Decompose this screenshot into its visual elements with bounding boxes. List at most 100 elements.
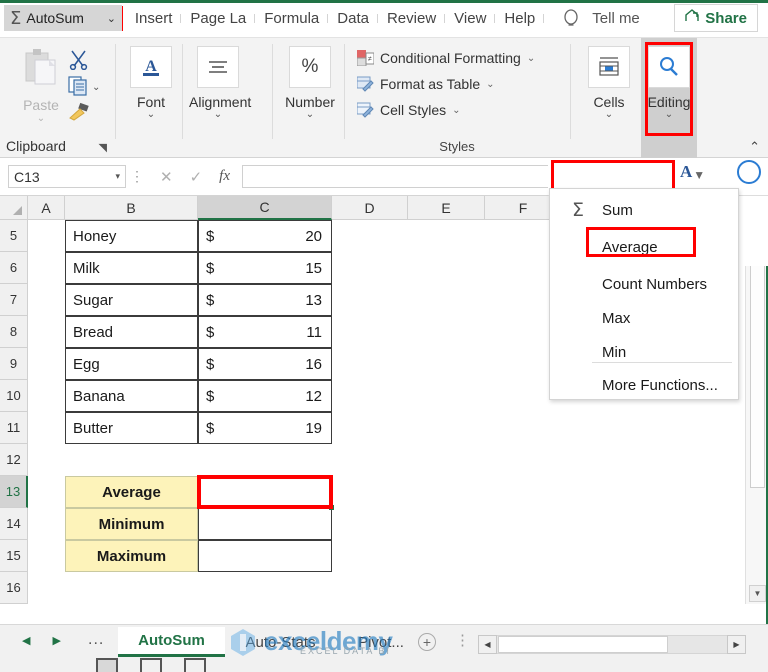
cell-c7[interactable]: $ 13 [198,284,332,316]
cell-b14[interactable]: Minimum [65,508,198,540]
cell-styles-button[interactable]: Cell Styles ⌄ [356,102,461,118]
column-header-e[interactable]: E [408,196,485,220]
cells-chevron-down-icon[interactable]: ⌄ [580,110,638,120]
row-header-15[interactable]: 15 [0,540,28,572]
horizontal-scrollbar[interactable]: ◀ ▶ [478,635,746,654]
font-color-button[interactable]: A ▼ [680,162,705,182]
row-header-6[interactable]: 6 [0,252,28,284]
insert-function-icon[interactable]: fx [219,168,230,185]
cell-b13[interactable]: Average [65,476,198,508]
scroll-left-button[interactable]: ◀ [478,635,497,654]
number-chevron-down-icon[interactable]: ⌄ [281,110,339,120]
copy-chevron-down-icon[interactable]: ⌄ [92,82,100,93]
menu-item-more-functions[interactable]: More Functions... [550,369,740,402]
cut-icon[interactable] [68,50,89,75]
select-all-corner[interactable] [0,196,28,220]
alignment-group-button[interactable]: Alignment ⌄ [189,46,251,120]
column-header-a[interactable]: A [28,196,65,220]
tab-help[interactable]: Help [495,7,545,30]
scroll-down-button[interactable]: ▼ [749,585,766,602]
vertical-scroll-thumb[interactable] [750,251,765,488]
tab-formulas[interactable]: Formula [255,7,329,30]
font-color-dropdown-icon[interactable]: ▼ [693,168,705,182]
add-sheet-button[interactable]: + [418,633,436,651]
cell-c5[interactable]: $ 20 [198,220,332,252]
name-box-chevron-down-icon[interactable]: ▾ [115,171,120,182]
normal-view-icon[interactable] [96,658,118,672]
cell-b10[interactable]: Banana [65,380,198,412]
menu-item-min[interactable]: Min [550,336,740,369]
cell-b9[interactable]: Egg [65,348,198,380]
row-header-12[interactable]: 12 [0,444,28,476]
tab-data[interactable]: Data [328,7,378,30]
format-painter-icon[interactable] [66,102,90,127]
cell-b7[interactable]: Sugar [65,284,198,316]
tab-insert[interactable]: Insert [126,7,182,30]
font-chevron-down-icon[interactable]: ⌄ [122,110,180,120]
menu-item-count-numbers[interactable]: Count Numbers [550,268,740,301]
row-header-16[interactable]: 16 [0,572,28,604]
cell-c10[interactable]: $ 12 [198,380,332,412]
tab-page-layout[interactable]: Page La [181,7,256,30]
clipboard-dialog-launcher-icon[interactable]: ◥ [99,141,107,154]
row-header-14[interactable]: 14 [0,508,28,540]
tell-me-label[interactable]: Tell me [592,10,640,27]
cell-styles-chevron-down-icon[interactable]: ⌄ [452,105,460,116]
horizontal-scroll-thumb[interactable] [498,636,668,653]
next-sheet-icon[interactable]: ▶ [52,634,60,647]
conditional-formatting-chevron-down-icon[interactable]: ⌄ [527,53,535,64]
cell-c9[interactable]: $ 16 [198,348,332,380]
sheet-list-ellipsis[interactable]: ... [88,631,104,649]
row-header-13[interactable]: 13 [0,476,28,508]
format-as-table-chevron-down-icon[interactable]: ⌄ [486,79,494,90]
copy-icon[interactable] [68,76,89,101]
cell-b5[interactable]: Honey [65,220,198,252]
collapse-ribbon-button[interactable]: ⌃ [749,139,760,155]
cell-c6[interactable]: $ 15 [198,252,332,284]
row-header-8[interactable]: 8 [0,316,28,348]
sheet-tab-autosum[interactable]: AutoSum [118,627,225,657]
name-box[interactable]: C13 ▾ [8,165,126,188]
sheet-tab-menu-icon[interactable]: ⋮ [455,631,470,649]
number-group-button[interactable]: % Number ⌄ [281,46,339,120]
cells-group-button[interactable]: Cells ⌄ [580,46,638,120]
tab-view[interactable]: View [445,7,496,30]
column-header-d[interactable]: D [332,196,408,220]
tab-review[interactable]: Review [378,7,446,30]
column-header-b[interactable]: B [65,196,198,220]
cell-c11[interactable]: $ 19 [198,412,332,444]
cell-c8[interactable]: $ 11 [198,316,332,348]
formula-bar-handle[interactable]: ⋮ [130,168,144,185]
format-as-table-button[interactable]: Format as Table ⌄ [356,76,495,92]
alignment-chevron-down-icon[interactable]: ⌄ [189,110,247,120]
cancel-formula-icon[interactable]: ✕ [160,168,173,186]
row-header-9[interactable]: 9 [0,348,28,380]
font-group-button[interactable]: A Font ⌄ [122,46,180,120]
conditional-formatting-button[interactable]: ≠ Conditional Formatting ⌄ [356,50,535,67]
find-circle-icon[interactable] [737,160,761,184]
scroll-right-button[interactable]: ▶ [727,635,746,654]
row-header-11[interactable]: 11 [0,412,28,444]
row-header-5[interactable]: 5 [0,220,28,252]
cell-b6[interactable]: Milk [65,252,198,284]
share-button[interactable]: Share [674,4,758,32]
enter-formula-icon[interactable]: ✓ [190,168,203,186]
lightbulb-icon[interactable] [560,8,582,30]
page-layout-view-icon[interactable] [140,658,162,672]
menu-item-max[interactable]: Max [550,302,740,335]
row-header-10[interactable]: 10 [0,380,28,412]
menu-item-sum[interactable]: Sum [550,194,740,227]
cell-c14[interactable] [198,508,332,540]
autosum-button[interactable]: Σ AutoSum ⌄ [4,5,122,31]
paste-chevron-down-icon[interactable]: ⌄ [18,113,64,124]
cell-b8[interactable]: Bread [65,316,198,348]
cell-b15[interactable]: Maximum [65,540,198,572]
autosum-chevron-down-icon[interactable]: ⌄ [107,12,116,25]
cell-c15[interactable] [198,540,332,572]
previous-sheet-icon[interactable]: ◀ [22,634,30,647]
row-header-7[interactable]: 7 [0,284,28,316]
column-header-c[interactable]: C [198,196,332,220]
cell-b11[interactable]: Butter [65,412,198,444]
page-break-view-icon[interactable] [184,658,206,672]
paste-button[interactable]: Paste ⌄ [18,48,64,124]
